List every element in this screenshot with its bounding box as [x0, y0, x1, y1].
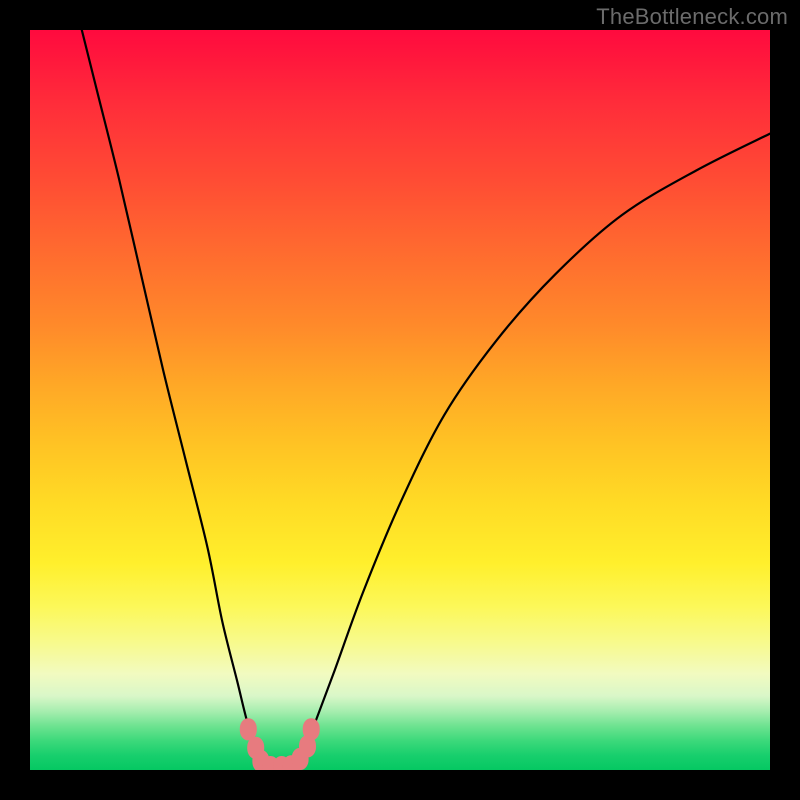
marker-layer [30, 30, 770, 770]
bottleneck-markers [240, 718, 320, 770]
chart-container: TheBottleneck.com [0, 0, 800, 800]
watermark-text: TheBottleneck.com [596, 4, 788, 30]
bottleneck-marker [303, 718, 320, 740]
plot-area [30, 30, 770, 770]
